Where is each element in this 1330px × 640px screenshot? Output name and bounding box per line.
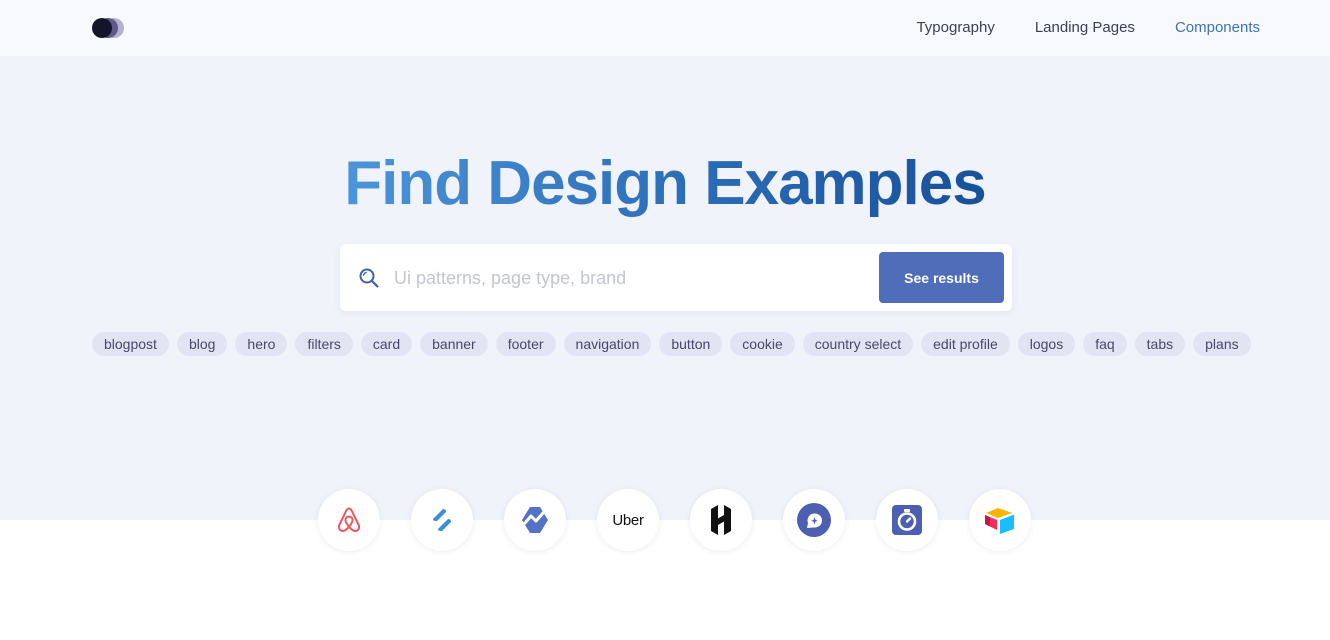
brand-baremetrics[interactable] xyxy=(504,489,566,551)
brand-airtable[interactable] xyxy=(969,489,1031,551)
tag-card[interactable]: card xyxy=(360,332,413,356)
tag-hero[interactable]: hero xyxy=(235,332,288,356)
tag-cookie[interactable]: cookie xyxy=(730,332,795,356)
page: Typography Landing Pages Components Find… xyxy=(0,0,1330,640)
main-nav: Typography Landing Pages Components xyxy=(916,19,1260,37)
tag-button[interactable]: button xyxy=(659,332,723,356)
brand-hashicorp[interactable] xyxy=(690,489,752,551)
search-input[interactable] xyxy=(394,262,864,294)
hashicorp-logo-icon xyxy=(711,505,731,535)
site-logo-icon[interactable] xyxy=(92,18,134,38)
nav-link-landing-pages[interactable]: Landing Pages xyxy=(1035,19,1135,37)
tag-logos[interactable]: logos xyxy=(1017,332,1076,356)
brand-stopwatch[interactable] xyxy=(876,489,938,551)
brand-helpscout[interactable] xyxy=(411,489,473,551)
tag-navigation[interactable]: navigation xyxy=(563,332,652,356)
hero-section: Find Design Examples See results blogpos… xyxy=(0,56,1330,520)
tag-plans[interactable]: plans xyxy=(1193,332,1251,356)
brand-logos-row: Uber xyxy=(318,489,1032,551)
tag-country-select[interactable]: country select xyxy=(802,332,914,356)
helpscout-logo-icon xyxy=(433,509,451,531)
airtable-logo-icon xyxy=(985,508,1014,534)
tag-tabs[interactable]: tabs xyxy=(1134,332,1186,356)
tag-banner[interactable]: banner xyxy=(420,332,488,356)
tag-blogpost[interactable]: blogpost xyxy=(92,332,169,356)
search-icon xyxy=(358,267,380,289)
see-results-button[interactable]: See results xyxy=(879,252,1004,303)
tag-faq[interactable]: faq xyxy=(1083,332,1127,356)
tag-footer[interactable]: footer xyxy=(495,332,556,356)
tag-edit-profile[interactable]: edit profile xyxy=(921,332,1010,356)
nav-link-typography[interactable]: Typography xyxy=(916,19,994,37)
chat-bubble-logo-icon xyxy=(797,503,831,537)
airbnb-logo-icon xyxy=(337,507,361,532)
tag-filters[interactable]: filters xyxy=(295,332,353,356)
stopwatch-logo-icon xyxy=(892,505,922,535)
nav-link-components[interactable]: Components xyxy=(1175,19,1260,37)
brand-chat[interactable] xyxy=(783,489,845,551)
tag-blog[interactable]: blog xyxy=(176,332,228,356)
search-box: See results xyxy=(340,244,1012,311)
brand-uber[interactable]: Uber xyxy=(597,489,659,551)
top-navigation-bar: Typography Landing Pages Components xyxy=(0,0,1330,56)
brand-airbnb[interactable] xyxy=(318,489,380,551)
baremetrics-logo-icon xyxy=(522,507,548,533)
tag-list: blogpost blog hero filters card banner f… xyxy=(92,332,1262,356)
uber-logo-icon: Uber xyxy=(612,511,644,529)
page-title: Find Design Examples xyxy=(344,149,987,218)
